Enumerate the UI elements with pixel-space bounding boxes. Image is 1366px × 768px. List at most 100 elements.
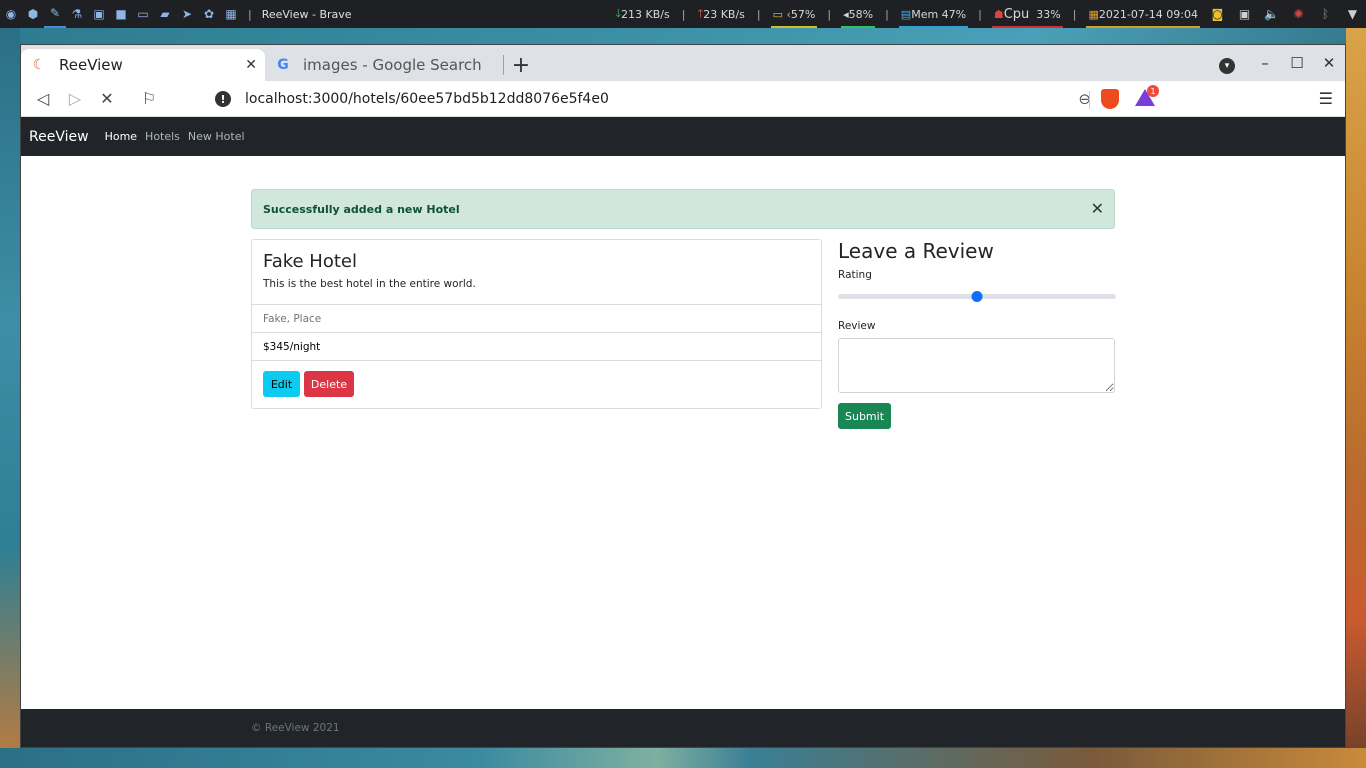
- close-window-icon[interactable]: ✕: [1313, 54, 1345, 72]
- wallpaper-right: [1346, 28, 1366, 768]
- nav-hotels[interactable]: Hotels: [145, 130, 180, 143]
- brave-rewards-icon[interactable]: 1: [1135, 85, 1159, 107]
- tray-app-icon[interactable]: ◙: [1204, 0, 1231, 28]
- net-down-value: 213 KB/s: [621, 7, 670, 21]
- clock-value: 2021-07-14 09:04: [1098, 7, 1198, 21]
- rating-slider[interactable]: [838, 285, 1116, 309]
- loading-favicon-icon: ☾: [32, 57, 46, 73]
- launcher-icon[interactable]: ◉: [0, 0, 22, 28]
- memory-value: Mem 47%: [911, 7, 967, 21]
- menu-icon[interactable]: ☰: [1319, 89, 1333, 108]
- panel-separator: |: [248, 7, 252, 21]
- net-up-value: 23 KB/s: [703, 7, 745, 21]
- cpu-icon: ☗: [993, 7, 1004, 21]
- video-icon[interactable]: ■: [110, 0, 132, 28]
- address-bar[interactable]: ! localhost:3000/hotels/60ee57bd5b12dd80…: [207, 84, 1105, 114]
- submit-button[interactable]: Submit: [838, 403, 891, 429]
- site-footer: © ReeView 2021: [21, 709, 1345, 747]
- panel-separator: |: [827, 7, 832, 21]
- clock-stat[interactable]: ▦ 2021-07-14 09:04: [1082, 0, 1204, 28]
- tab-title: ReeView: [59, 56, 123, 74]
- cpu-stat[interactable]: ☗ Cpu 33%: [988, 0, 1067, 28]
- brave-shields-icon[interactable]: [1101, 89, 1119, 109]
- wallpaper-bottom: [0, 748, 1366, 768]
- flask-icon[interactable]: ⚗: [66, 0, 88, 28]
- color-picker-icon[interactable]: ✎: [44, 0, 66, 28]
- wallpaper-left: [0, 28, 20, 768]
- submit-wrap: Submit: [838, 403, 1116, 429]
- cpu-label: Cpu: [1003, 6, 1030, 22]
- telegram-icon[interactable]: ➤: [176, 0, 198, 28]
- hotel-card: Fake Hotel This is the best hotel in the…: [251, 239, 822, 409]
- bluetooth-icon[interactable]: ᛒ: [1312, 0, 1339, 28]
- toolbar-divider: [1089, 91, 1090, 109]
- rating-label: Rating: [838, 269, 872, 281]
- bookmark-icon[interactable]: ⚐: [133, 83, 165, 115]
- hotel-card-body: Fake Hotel This is the best hotel in the…: [252, 240, 821, 305]
- battery-value: 57%: [790, 7, 816, 21]
- window-controls: – ☐ ✕: [1249, 45, 1345, 81]
- google-favicon-icon: G: [277, 57, 289, 73]
- tab-google-images[interactable]: G images - Google Search: [265, 49, 501, 81]
- tab-search-icon[interactable]: ▾: [1219, 58, 1235, 74]
- site-navbar: ReeView Home Hotels New Hotel: [21, 117, 1345, 156]
- nav-new-hotel[interactable]: New Hotel: [188, 130, 245, 143]
- volume-tray-icon[interactable]: 🔈: [1258, 0, 1285, 28]
- panel-separator: |: [756, 7, 761, 21]
- grid-icon[interactable]: ▦: [220, 0, 242, 28]
- net-up-stat: 🡑 23 KB/s: [691, 0, 750, 28]
- site-info-icon[interactable]: !: [215, 91, 231, 107]
- hotel-actions: Edit Delete: [252, 361, 821, 407]
- minimize-icon[interactable]: –: [1249, 54, 1281, 72]
- volume-stat[interactable]: ◂ 58%: [837, 0, 879, 28]
- close-alert-icon[interactable]: ✕: [1091, 199, 1104, 218]
- battery-stat[interactable]: ▭ ‹ 57%: [767, 0, 822, 28]
- hotel-description: This is the best hotel in the entire wor…: [263, 278, 476, 290]
- review-heading: Leave a Review: [838, 239, 994, 263]
- panel-separator: |: [1072, 7, 1077, 21]
- battery-icon: ▭ ‹: [772, 7, 791, 21]
- system-panel: ◉ ⬢ ✎ ⚗ ▣ ■ ▭ ▰ ➤ ✿ ▦ | ReeView - Brave …: [0, 0, 1366, 28]
- net-down-stat: 🡓 213 KB/s: [609, 0, 675, 28]
- site-brand[interactable]: ReeView: [29, 129, 89, 145]
- rating-slider-thumb[interactable]: [971, 291, 983, 302]
- bug-icon[interactable]: ✺: [1285, 0, 1312, 28]
- network-app-icon[interactable]: ⬢: [22, 0, 44, 28]
- review-label: Review: [838, 320, 876, 332]
- nav-home[interactable]: Home: [105, 130, 137, 143]
- panel-separator: |: [885, 7, 889, 21]
- wifi-icon[interactable]: ▼: [1339, 0, 1366, 28]
- image-viewer-icon[interactable]: ▣: [88, 0, 110, 28]
- new-tab-button[interactable]: +: [505, 49, 537, 81]
- back-icon[interactable]: ◁: [27, 83, 59, 115]
- delete-button[interactable]: Delete: [304, 371, 354, 397]
- folder-icon[interactable]: ▰: [154, 0, 176, 28]
- hotel-title: Fake Hotel: [263, 251, 357, 272]
- forward-icon[interactable]: ▷: [59, 83, 91, 115]
- maximize-icon[interactable]: ☐: [1281, 54, 1313, 72]
- stop-loading-icon[interactable]: ✕: [91, 83, 123, 115]
- memory-stat[interactable]: ▤ Mem 47%: [895, 0, 972, 28]
- tab-divider: [503, 55, 504, 75]
- success-alert: Successfully added a new Hotel ✕: [251, 189, 1115, 229]
- laptop-icon[interactable]: ▭: [132, 0, 154, 28]
- review-form: Leave a Review Rating Review Submit: [838, 239, 1116, 429]
- tab-title: images - Google Search: [303, 56, 482, 74]
- close-tab-icon[interactable]: ✕: [245, 57, 257, 73]
- tab-reeview[interactable]: ☾ ReeView ✕: [21, 49, 265, 81]
- footer-text: © ReeView 2021: [251, 722, 340, 734]
- volume-value: 58%: [848, 7, 874, 21]
- hotel-location: Fake, Place: [252, 305, 821, 333]
- active-window-title: ReeView - Brave: [261, 7, 352, 21]
- url-text[interactable]: localhost:3000/hotels/60ee57bd5b12dd8076…: [245, 91, 609, 107]
- panel-separator: |: [681, 7, 686, 21]
- edit-button[interactable]: Edit: [263, 371, 300, 397]
- review-textarea[interactable]: [838, 338, 1115, 393]
- tab-strip: ☾ ReeView ✕ G images - Google Search + ▾…: [21, 45, 1345, 81]
- rewards-badge: 1: [1147, 85, 1159, 97]
- screenshot-icon[interactable]: ▣: [1231, 0, 1258, 28]
- web-page: ReeView Home Hotels New Hotel Successful…: [21, 117, 1345, 747]
- paw-icon[interactable]: ✿: [198, 0, 220, 28]
- panel-separator: |: [978, 7, 982, 21]
